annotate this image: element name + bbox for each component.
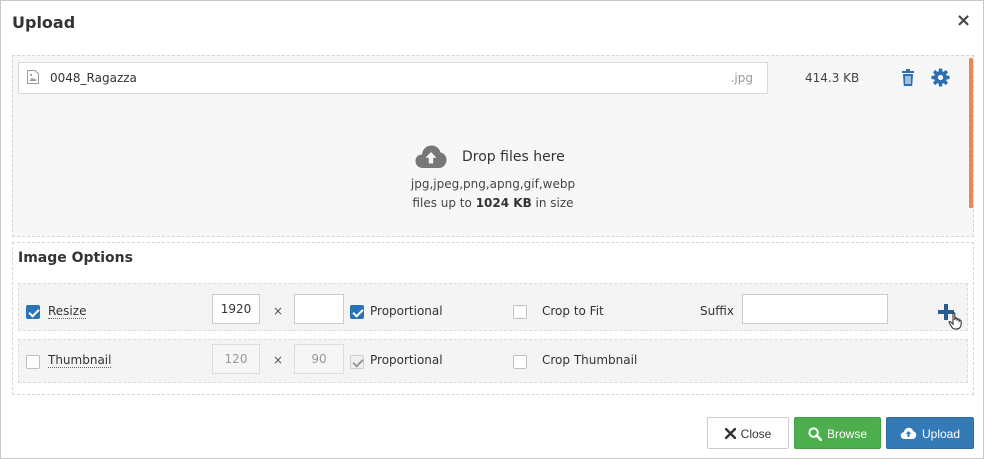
thumbnail-height-input: 90 <box>294 344 344 374</box>
browse-button[interactable]: Browse <box>794 417 881 449</box>
close-button[interactable]: Close <box>707 417 789 449</box>
image-options-panel: Image Options Resize 1920 × Proportional… <box>12 242 974 395</box>
resize-label[interactable]: Resize <box>48 304 87 319</box>
browse-button-label: Browse <box>826 426 867 441</box>
crop-to-fit-checkbox[interactable] <box>513 305 527 319</box>
dialog-close-icon[interactable]: × <box>956 11 971 31</box>
cloud-upload-icon <box>415 145 447 168</box>
crop-thumbnail-label[interactable]: Crop Thumbnail <box>542 353 637 367</box>
file-size-limit: files up to 1024 KB in size <box>13 196 973 210</box>
thumbnail-proportional-label: Proportional <box>370 353 443 367</box>
limit-value: 1024 KB <box>475 196 532 210</box>
thumbnail-label[interactable]: Thumbnail <box>48 353 112 368</box>
upload-button-label: Upload <box>921 426 961 441</box>
thumbnail-times: × <box>273 353 284 367</box>
limit-suffix: in size <box>535 196 574 210</box>
close-button-label: Close <box>740 426 772 441</box>
gear-icon[interactable] <box>931 68 950 87</box>
resize-checkbox[interactable] <box>26 305 40 319</box>
resize-height-input[interactable] <box>294 294 344 324</box>
search-icon <box>808 427 822 441</box>
x-icon <box>724 428 736 440</box>
thumbnail-proportional-checkbox <box>350 355 364 369</box>
upload-dialog: Upload × 0048_Ragazza .jpg 414.3 KB Drop… <box>0 0 984 459</box>
hand-cursor-icon <box>948 312 962 330</box>
crop-to-fit-label[interactable]: Crop to Fit <box>542 304 604 318</box>
file-size: 414.3 KB <box>805 71 860 85</box>
limit-prefix: files up to <box>412 196 472 210</box>
drop-title: Drop files here <box>462 149 565 165</box>
resize-proportional-checkbox[interactable] <box>350 305 364 319</box>
thumbnail-checkbox[interactable] <box>26 355 40 369</box>
accepted-file-types: jpg,jpeg,png,apng,gif,webp <box>410 177 576 191</box>
suffix-label: Suffix <box>700 304 734 318</box>
thumbnail-width-input: 120 <box>212 344 260 374</box>
crop-thumbnail-checkbox[interactable] <box>513 355 527 369</box>
file-row: 0048_Ragazza .jpg <box>18 62 768 94</box>
file-name: 0048_Ragazza <box>50 71 137 85</box>
file-image-icon <box>27 70 39 84</box>
thumbnail-row: Thumbnail 120 × 90 Proportional Crop Thu… <box>18 339 968 383</box>
suffix-input[interactable] <box>742 294 888 324</box>
dialog-title: Upload <box>12 13 76 32</box>
resize-row: Resize 1920 × Proportional Crop to Fit S… <box>18 283 968 331</box>
resize-times: × <box>273 304 284 318</box>
resize-width-input[interactable]: 1920 <box>212 294 260 324</box>
upload-button[interactable]: Upload <box>886 417 974 449</box>
cloud-upload-icon <box>900 428 917 440</box>
file-extension: .jpg <box>730 71 753 85</box>
drop-zone[interactable]: 0048_Ragazza .jpg 414.3 KB Drop files he… <box>12 55 974 237</box>
dialog-header: Upload × <box>1 1 983 45</box>
image-options-title: Image Options <box>18 250 133 266</box>
resize-proportional-label[interactable]: Proportional <box>370 304 443 318</box>
trash-icon[interactable] <box>901 69 915 87</box>
